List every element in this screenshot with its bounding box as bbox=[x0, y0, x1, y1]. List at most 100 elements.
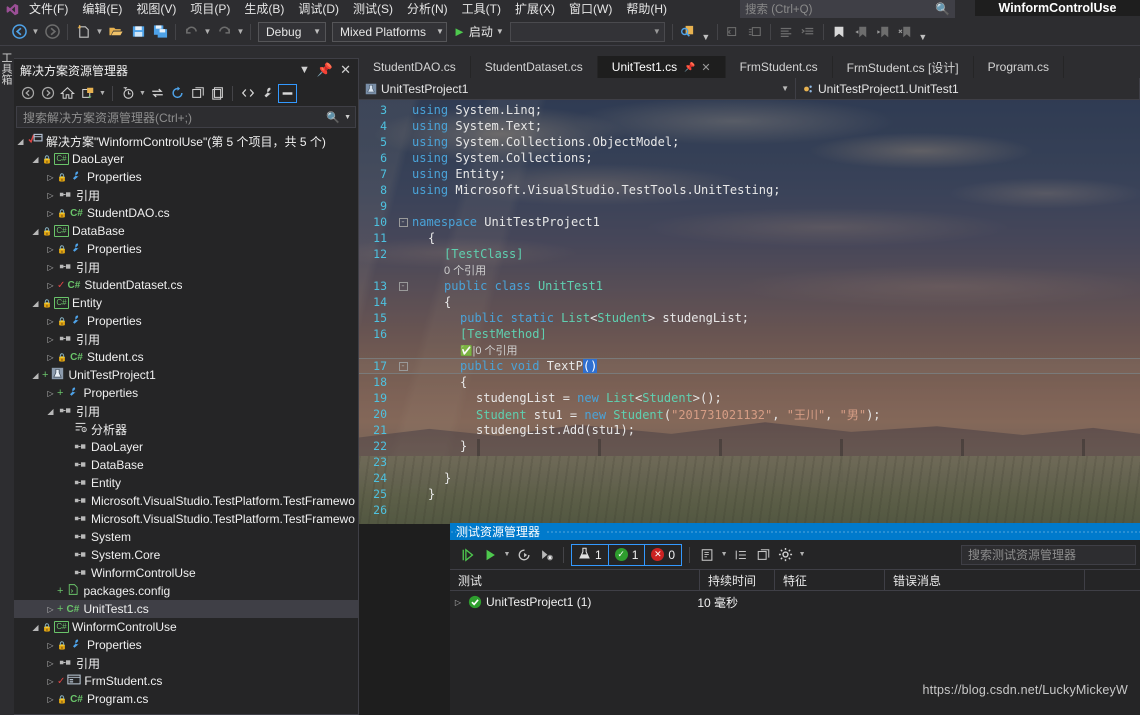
tree-item[interactable]: DataBase bbox=[14, 456, 358, 474]
show-all-files-icon[interactable] bbox=[208, 84, 227, 103]
playlist-caret[interactable]: ▼ bbox=[719, 551, 729, 558]
editor-tab[interactable]: UnitTest1.cs 📌 ✕ bbox=[597, 56, 726, 78]
tree-item[interactable]: WinformControlUse bbox=[14, 564, 358, 582]
code-line[interactable]: 9 bbox=[359, 198, 1140, 214]
quick-launch-search[interactable]: 搜索 (Ctrl+Q) 🔍 bbox=[740, 0, 955, 18]
code-line[interactable]: 4 using System.Text; bbox=[359, 118, 1140, 134]
code-line[interactable]: 25} bbox=[359, 486, 1140, 502]
expander-icon[interactable]: ▷ bbox=[44, 245, 57, 254]
tree-item[interactable]: ◢ 解决方案"WinformControlUse"(第 5 个项目，共 5 个) bbox=[14, 132, 358, 150]
code-line[interactable]: 17- public void TextP() bbox=[359, 358, 1140, 374]
close-icon[interactable]: ✕ bbox=[695, 61, 710, 74]
expander-icon[interactable]: ◢ bbox=[29, 155, 42, 164]
chevron-down-icon[interactable]: ▼ bbox=[299, 64, 310, 76]
expander-icon[interactable]: ◢ bbox=[29, 299, 42, 308]
editor-tab[interactable]: StudentDataset.cs bbox=[470, 56, 598, 78]
sync-with-active-document-icon[interactable] bbox=[148, 84, 167, 103]
expander-icon[interactable]: ▷ bbox=[44, 335, 57, 344]
tree-item[interactable]: System bbox=[14, 528, 358, 546]
tree-item[interactable]: ▷ 🔒 Properties bbox=[14, 636, 358, 654]
expander-icon[interactable]: ▷ bbox=[450, 598, 466, 607]
solution-platform-combo[interactable]: Mixed Platforms ▼ bbox=[332, 21, 447, 42]
close-icon[interactable]: ✕ bbox=[340, 62, 351, 78]
tree-item[interactable]: ◢ 🔒 C# WinformControlUse bbox=[14, 618, 358, 636]
pin-icon[interactable]: 📌 bbox=[677, 62, 695, 73]
tree-item[interactable]: ▷ 🔒 C# StudentDAO.cs bbox=[14, 204, 358, 222]
code-line[interactable]: 15 public static List<Student> studengLis… bbox=[359, 310, 1140, 326]
expander-icon[interactable]: ▷ bbox=[44, 263, 57, 272]
project-scope-combo[interactable]: UnitTestProject1 ▼ bbox=[359, 78, 796, 99]
back-icon[interactable] bbox=[8, 21, 30, 43]
menu-help[interactable]: 帮助(H) bbox=[619, 0, 674, 18]
refresh-icon[interactable] bbox=[168, 84, 187, 103]
expander-icon[interactable]: ▷ bbox=[44, 641, 57, 650]
new-item-icon[interactable] bbox=[72, 21, 94, 43]
expander-icon[interactable]: ▷ bbox=[44, 677, 57, 686]
gear-icon[interactable] bbox=[775, 545, 795, 565]
code-line[interactable]: 14 { bbox=[359, 294, 1140, 310]
code-line[interactable]: 18 { bbox=[359, 374, 1140, 390]
menu-debug[interactable]: 调试(D) bbox=[291, 0, 346, 18]
preview-selected-items-icon[interactable] bbox=[278, 83, 297, 103]
tree-item[interactable]: ▷ 引用 bbox=[14, 186, 358, 204]
tree-item[interactable]: ◢ 🔒 C# Entity bbox=[14, 294, 358, 312]
tree-item[interactable]: ▷ 🔒 Properties bbox=[14, 240, 358, 258]
code-line[interactable]: 23 bbox=[359, 454, 1140, 470]
type-scope-combo[interactable]: UnitTestProject1.UnitTest1 bbox=[796, 78, 1140, 99]
undo-caret[interactable]: ▼ bbox=[202, 21, 213, 43]
code-line[interactable]: 21 studengList.Add(stu1); bbox=[359, 422, 1140, 438]
expander-icon[interactable]: ◢ bbox=[14, 137, 27, 146]
menu-tools[interactable]: 工具(T) bbox=[455, 0, 508, 18]
tree-item[interactable]: ▷ 引用 bbox=[14, 330, 358, 348]
expander-icon[interactable]: ◢ bbox=[29, 227, 42, 236]
menu-analyze[interactable]: 分析(N) bbox=[400, 0, 455, 18]
tree-item[interactable]: ▷ 🔒 Properties bbox=[14, 168, 358, 186]
code-line[interactable]: 11 { bbox=[359, 230, 1140, 246]
menu-extensions[interactable]: 扩展(X) bbox=[508, 0, 562, 18]
expander-icon[interactable]: ▷ bbox=[44, 353, 57, 362]
menu-view[interactable]: 视图(V) bbox=[129, 0, 183, 18]
counter-passed[interactable]: ✓ 1 bbox=[609, 544, 646, 565]
editor-tab[interactable]: FrmStudent.cs [设计] bbox=[832, 56, 974, 78]
code-line[interactable]: 26 bbox=[359, 502, 1140, 518]
back-dropdown-caret[interactable]: ▼ bbox=[30, 21, 41, 43]
run-tests-caret[interactable]: ▼ bbox=[502, 551, 512, 558]
expander-icon[interactable]: ▷ bbox=[44, 317, 57, 326]
code-line[interactable]: 0 个引用 bbox=[359, 262, 1140, 278]
solution-explorer-tree[interactable]: ◢ 解决方案"WinformControlUse"(第 5 个项目，共 5 个) ◢… bbox=[14, 130, 358, 714]
tree-item[interactable]: ◢ 🔒 C# DataBase bbox=[14, 222, 358, 240]
align-left-icon[interactable] bbox=[775, 21, 797, 43]
run-all-tests-icon[interactable] bbox=[458, 545, 478, 565]
toolbox-vertical-tab[interactable]: 工具箱 bbox=[0, 46, 14, 226]
menu-window[interactable]: 窗口(W) bbox=[562, 0, 619, 18]
code-line[interactable]: 6 using System.Collections; bbox=[359, 150, 1140, 166]
editor-tab[interactable]: Program.cs bbox=[973, 56, 1064, 78]
code-line[interactable]: 24} bbox=[359, 470, 1140, 486]
tree-item[interactable]: ▷ ✓ FrmStudent.cs bbox=[14, 672, 358, 690]
code-line[interactable]: 13- public class UnitTest1 bbox=[359, 278, 1140, 294]
code-line[interactable]: 5 using System.Collections.ObjectModel; bbox=[359, 134, 1140, 150]
tree-item[interactable]: + packages.config bbox=[14, 582, 358, 600]
toolbar-overflow-icon-2[interactable]: ▼ bbox=[916, 32, 930, 45]
tree-item[interactable]: Microsoft.VisualStudio.TestPlatform.Test… bbox=[14, 492, 358, 510]
expander-icon[interactable]: ▷ bbox=[44, 191, 57, 200]
expander-icon[interactable]: ◢ bbox=[44, 407, 57, 416]
tree-item[interactable]: ▷ 引用 bbox=[14, 258, 358, 276]
next-bookmark-icon[interactable] bbox=[872, 21, 894, 43]
fold-indicator[interactable]: - bbox=[396, 281, 410, 291]
new-item-caret[interactable]: ▼ bbox=[94, 21, 105, 43]
redo-icon[interactable] bbox=[213, 21, 235, 43]
save-all-icon[interactable] bbox=[149, 21, 171, 43]
tree-item[interactable]: ▷ + Properties bbox=[14, 384, 358, 402]
menu-build[interactable]: 生成(B) bbox=[237, 0, 291, 18]
fold-indicator[interactable]: - bbox=[396, 217, 410, 227]
tree-item[interactable]: ▷ + C# UnitTest1.cs bbox=[14, 600, 358, 618]
gear-caret[interactable]: ▼ bbox=[797, 551, 807, 558]
test-column-header[interactable]: 测试 bbox=[450, 569, 700, 591]
menu-test[interactable]: 测试(S) bbox=[346, 0, 400, 18]
code-line[interactable]: 19 studengList = new List<Student>(); bbox=[359, 390, 1140, 406]
expander-icon[interactable]: ◢ bbox=[29, 371, 42, 380]
expander-icon[interactable]: ▷ bbox=[44, 605, 57, 614]
code-line[interactable]: ✅|0 个引用 bbox=[359, 342, 1140, 358]
comment-icon[interactable] bbox=[722, 21, 744, 43]
